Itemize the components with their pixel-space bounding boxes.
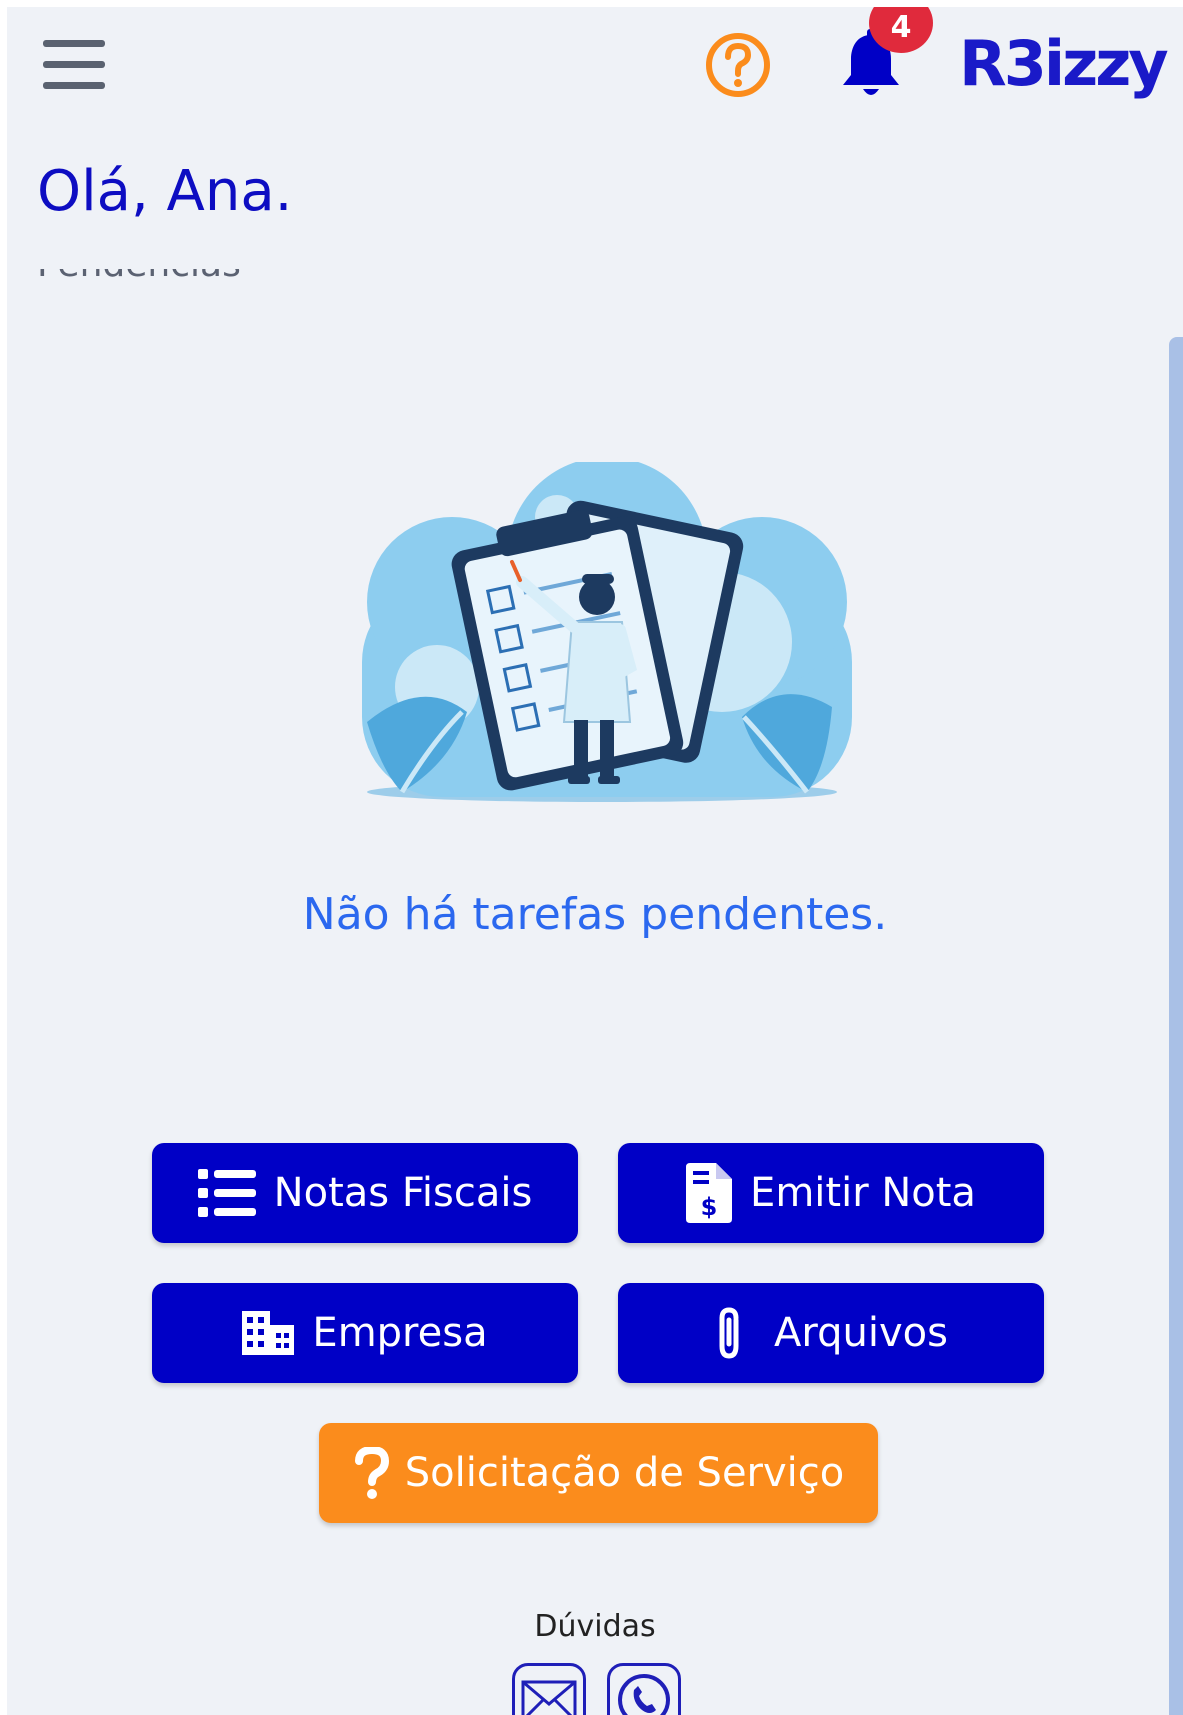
svg-text:$: $ <box>701 1193 718 1221</box>
hamburger-menu-icon[interactable] <box>43 40 107 90</box>
solicitacao-servico-button[interactable]: Solicitação de Serviço <box>319 1423 878 1523</box>
empresa-button[interactable]: Empresa <box>152 1283 578 1383</box>
list-icon <box>197 1167 256 1219</box>
question-circle-icon[interactable] <box>705 32 771 98</box>
logo-text: R3izzy <box>959 27 1169 100</box>
whatsapp-icon[interactable] <box>607 1663 681 1715</box>
file-invoice-dollar-icon: $ <box>686 1163 733 1223</box>
app-screen: 4 R3izzy Olá, Ana. Pendências <box>7 7 1183 1715</box>
empty-state-message: Não há tarefas pendentes. <box>302 889 888 940</box>
envelope-icon[interactable] <box>512 1663 586 1715</box>
section-title-text: Pendências <box>37 269 277 283</box>
scrollbar[interactable] <box>1169 337 1183 1715</box>
paperclip-icon <box>714 1306 744 1360</box>
section-title-clipped: Pendências <box>37 269 277 283</box>
arquivos-label: Arquivos <box>774 1310 948 1356</box>
arquivos-button[interactable]: Arquivos <box>618 1283 1044 1383</box>
top-bar: 4 R3izzy <box>7 7 1183 117</box>
solicitacao-servico-label: Solicitação de Serviço <box>404 1450 845 1496</box>
greeting-title: Olá, Ana. <box>37 159 293 224</box>
notas-fiscais-button[interactable]: Notas Fiscais <box>152 1143 578 1243</box>
building-icon <box>242 1311 295 1355</box>
question-mark-icon <box>353 1445 391 1499</box>
emitir-nota-button[interactable]: $ Emitir Nota <box>618 1143 1044 1243</box>
notas-fiscais-label: Notas Fiscais <box>273 1170 533 1216</box>
emitir-nota-label: Emitir Nota <box>750 1170 976 1216</box>
empresa-label: Empresa <box>312 1310 488 1356</box>
duvidas-label: Dúvidas <box>534 1609 656 1644</box>
clipboard-checklist-illustration <box>362 457 852 827</box>
r3izzy-logo: R3izzy <box>959 27 1169 100</box>
